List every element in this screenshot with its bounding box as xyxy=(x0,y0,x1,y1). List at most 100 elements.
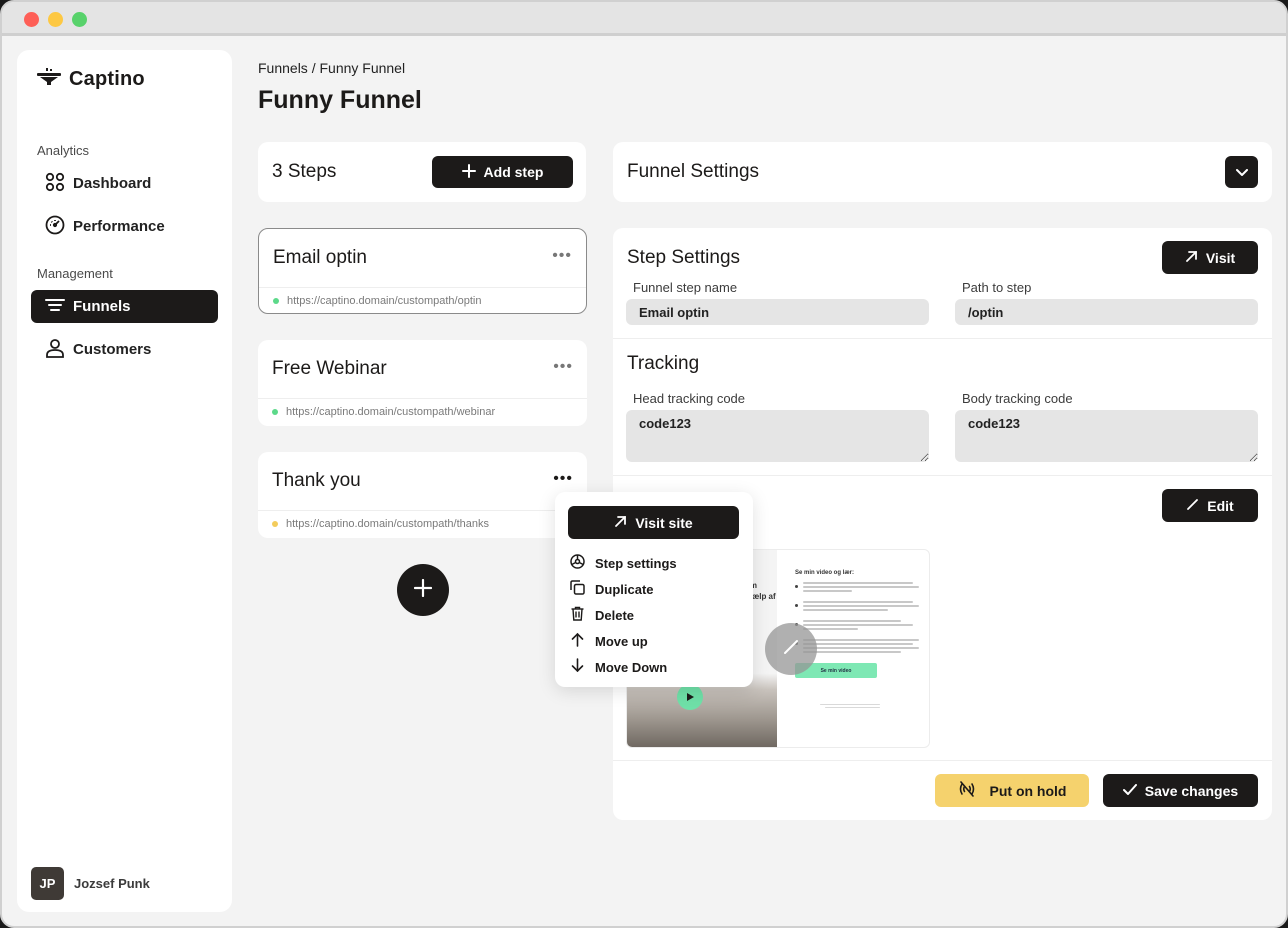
save-changes-label: Save changes xyxy=(1144,782,1239,799)
user-name: Jozsef Punk xyxy=(74,876,150,891)
tracking-title: Tracking xyxy=(627,353,700,374)
play-icon xyxy=(677,684,703,710)
user-profile[interactable]: JP Jozsef Punk xyxy=(31,867,150,900)
path-input[interactable] xyxy=(955,299,1258,325)
menu-item-label: Delete xyxy=(595,607,635,623)
body-tracking-label: Body tracking code xyxy=(962,391,1073,406)
maximize-window-button[interactable] xyxy=(72,12,87,27)
breadcrumb[interactable]: Funnels / Funny Funnel xyxy=(258,60,405,76)
divider xyxy=(258,510,587,511)
step-name-input[interactable] xyxy=(626,299,929,325)
step-name-label: Funnel step name xyxy=(633,280,738,295)
plus-icon xyxy=(413,578,433,602)
step-card-thank-you[interactable]: Thank you ••• https://captino.domain/cus… xyxy=(258,452,587,538)
divider xyxy=(613,338,1272,339)
avatar: JP xyxy=(31,867,64,900)
external-arrow-icon xyxy=(1185,250,1198,266)
step-settings-title: Step Settings xyxy=(627,247,741,268)
step-name: Thank you xyxy=(272,470,361,491)
menu-item-step-settings[interactable]: Step settings xyxy=(570,554,677,572)
divider xyxy=(613,760,1272,761)
step-name: Free Webinar xyxy=(272,358,387,379)
duplicate-icon xyxy=(570,580,585,598)
more-options-icon[interactable]: ••• xyxy=(552,247,572,265)
step-card-email-optin[interactable]: Email optin ••• https://captino.domain/c… xyxy=(258,228,587,314)
menu-item-label: Move up xyxy=(595,633,648,649)
divider xyxy=(259,287,586,288)
user-icon xyxy=(45,338,65,362)
status-dot-icon xyxy=(272,409,278,415)
more-options-icon[interactable]: ••• xyxy=(553,358,573,376)
step-card-free-webinar[interactable]: Free Webinar ••• https://captino.domain/… xyxy=(258,340,587,426)
put-on-hold-label: Put on hold xyxy=(989,782,1067,799)
sidebar-item-label: Funnels xyxy=(73,298,131,315)
menu-item-move-up[interactable]: Move up xyxy=(570,632,648,650)
more-options-icon[interactable]: ••• xyxy=(553,470,573,488)
page-title: Funny Funnel xyxy=(258,86,422,114)
step-url-text: https://captino.domain/custompath/optin xyxy=(287,295,482,307)
step-url: https://captino.domain/custompath/optin xyxy=(273,295,481,307)
menu-item-move-down[interactable]: Move Down xyxy=(570,658,667,676)
steps-count: 3 Steps xyxy=(272,161,337,182)
head-tracking-textarea[interactable]: code123 xyxy=(626,410,929,462)
save-changes-button[interactable]: Save changes xyxy=(1103,774,1258,807)
body-tracking-textarea[interactable]: code123 xyxy=(955,410,1258,462)
add-step-button[interactable]: Add step xyxy=(432,156,573,188)
funnel-logo-icon xyxy=(37,68,61,91)
edit-page-button[interactable]: Edit xyxy=(1162,489,1258,522)
step-url: https://captino.domain/custompath/thanks xyxy=(272,518,489,530)
add-step-label: Add step xyxy=(483,164,544,180)
arrow-down-icon xyxy=(570,658,585,676)
path-label: Path to step xyxy=(962,280,1032,295)
preview-heading: Se min video og lær: xyxy=(795,570,855,576)
gauge-icon xyxy=(45,215,65,239)
add-step-fab[interactable] xyxy=(397,564,449,616)
sidebar-item-label: Customers xyxy=(73,341,152,358)
menu-item-duplicate[interactable]: Duplicate xyxy=(570,580,654,598)
head-tracking-label: Head tracking code xyxy=(633,391,746,406)
funnel-settings-title: Funnel Settings xyxy=(627,161,760,182)
edit-label: Edit xyxy=(1207,497,1234,514)
plus-icon xyxy=(461,163,476,181)
visit-site-button[interactable]: Visit site xyxy=(568,506,739,539)
put-on-hold-button[interactable]: Put on hold xyxy=(935,774,1089,807)
menu-item-label: Duplicate xyxy=(595,581,654,597)
step-context-menu: Visit site Step settings Duplicate Delet… xyxy=(555,492,753,687)
sidebar-item-performance[interactable]: Performance xyxy=(31,210,218,243)
title-bar xyxy=(2,2,1286,36)
pencil-icon xyxy=(1186,498,1199,514)
sidebar-item-customers[interactable]: Customers xyxy=(31,333,218,366)
menu-item-delete[interactable]: Delete xyxy=(570,606,634,624)
sidebar-item-funnels[interactable]: Funnels xyxy=(31,290,218,323)
sidebar: Captino Analytics Dashboard Performance … xyxy=(17,50,232,912)
signal-off-icon xyxy=(958,781,976,800)
funnel-settings-panel: Funnel Settings xyxy=(613,142,1272,202)
sidebar-item-label: Performance xyxy=(73,218,165,235)
visit-button[interactable]: Visit xyxy=(1162,241,1258,274)
status-dot-icon xyxy=(272,521,278,527)
step-url: https://captino.domain/custompath/webina… xyxy=(272,406,495,418)
sidebar-item-dashboard[interactable]: Dashboard xyxy=(31,167,218,200)
logo[interactable]: Captino xyxy=(37,68,145,91)
external-arrow-icon xyxy=(614,515,627,531)
nav-section-management: Management xyxy=(37,266,113,281)
steps-header: 3 Steps Add step xyxy=(258,142,586,202)
edit-overlay-button[interactable] xyxy=(765,623,817,675)
minimize-window-button[interactable] xyxy=(48,12,63,27)
nav-section-analytics: Analytics xyxy=(37,143,90,158)
funnel-settings-expand-button[interactable] xyxy=(1225,156,1258,188)
menu-item-label: Step settings xyxy=(595,555,677,571)
visit-site-label: Visit site xyxy=(635,514,693,531)
step-url-text: https://captino.domain/custompath/thanks xyxy=(286,518,490,530)
sidebar-item-label: Dashboard xyxy=(73,175,152,192)
grid-icon xyxy=(45,172,65,196)
chevron-down-icon xyxy=(1235,165,1248,180)
app-window: Captino Analytics Dashboard Performance … xyxy=(0,0,1288,928)
brand-name: Captino xyxy=(69,68,145,90)
step-name: Email optin xyxy=(273,247,367,268)
divider xyxy=(258,398,587,399)
close-window-button[interactable] xyxy=(24,12,39,27)
arrow-up-icon xyxy=(570,632,585,650)
status-dot-icon xyxy=(273,298,279,304)
checkmark-icon xyxy=(1122,783,1137,799)
